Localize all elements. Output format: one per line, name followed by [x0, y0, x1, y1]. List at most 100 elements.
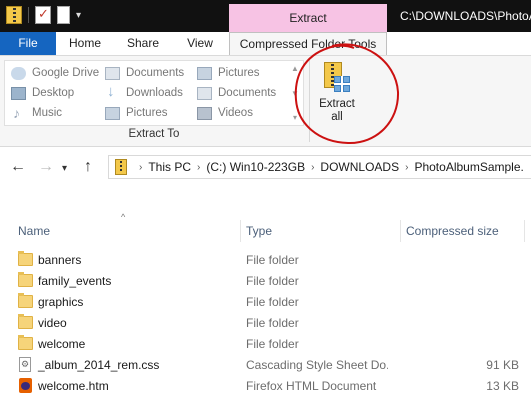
- extract-to-documents[interactable]: Documents: [105, 63, 184, 83]
- pictures-icon: [197, 66, 212, 80]
- location-label: Pictures: [218, 67, 260, 79]
- forward-arrow-icon[interactable]: →: [38, 158, 54, 176]
- extract-all-label-line1: Extract: [319, 98, 355, 110]
- title-bar: ▾ Extract C:\DOWNLOADS\PhotoA: [0, 0, 531, 32]
- extract-to-pictures[interactable]: Pictures: [105, 103, 168, 123]
- column-divider[interactable]: [240, 220, 241, 242]
- file-type: File folder: [246, 337, 299, 351]
- location-label: Pictures: [126, 107, 168, 119]
- column-header-type[interactable]: Type: [246, 220, 272, 242]
- zip-folder-icon: [6, 6, 22, 24]
- file-type: File folder: [246, 274, 299, 288]
- properties-icon[interactable]: [35, 6, 51, 24]
- location-label: Downloads: [126, 87, 183, 99]
- column-divider[interactable]: [524, 220, 525, 242]
- new-folder-icon[interactable]: [57, 6, 70, 24]
- extract-to-desktop[interactable]: Desktop: [11, 83, 74, 103]
- file-name: _album_2014_rem.css: [38, 358, 160, 372]
- list-item[interactable]: welcome.htm Firefox HTML Document 13 KB: [0, 376, 531, 397]
- qat-divider: [28, 7, 29, 23]
- documents-icon: [105, 66, 120, 80]
- file-name: welcome: [38, 337, 86, 351]
- location-label: Desktop: [32, 87, 75, 99]
- file-type: Firefox HTML Document: [246, 379, 377, 393]
- column-divider[interactable]: [400, 220, 401, 242]
- tab-file[interactable]: File: [0, 32, 56, 55]
- videos-icon: [197, 106, 212, 120]
- context-tab-extract: Extract: [229, 4, 387, 32]
- column-header-name[interactable]: Name: [18, 220, 50, 242]
- scroll-up-icon[interactable]: ▲: [291, 64, 299, 73]
- list-item[interactable]: family_events File folder: [0, 271, 531, 292]
- extract-to-downloads[interactable]: Downloads: [105, 82, 183, 103]
- qat-dropdown-icon[interactable]: ▾: [76, 10, 81, 21]
- tab-home[interactable]: Home: [56, 32, 114, 55]
- file-name: welcome.htm: [38, 379, 109, 393]
- folder-icon: [18, 314, 33, 329]
- tab-view[interactable]: View: [172, 32, 228, 55]
- firefox-html-icon: [19, 378, 32, 393]
- window-title: C:\DOWNLOADS\PhotoA: [400, 9, 531, 23]
- file-name: graphics: [38, 295, 84, 309]
- file-name: banners: [38, 253, 82, 267]
- file-size: 13 KB: [486, 379, 519, 393]
- up-arrow-icon[interactable]: ↑: [84, 158, 92, 176]
- gallery-scroll[interactable]: ▲ ▼ ▾: [288, 60, 302, 126]
- location-label: Music: [32, 107, 63, 119]
- chevron-right-icon[interactable]: ›: [405, 162, 408, 173]
- tab-share[interactable]: Share: [114, 32, 172, 55]
- zip-folder-icon: [115, 159, 127, 175]
- ribbon: Google Drive Desktop Music Documents Dow…: [0, 55, 531, 147]
- extract-to-gallery: Google Drive Desktop Music Documents Dow…: [4, 60, 304, 126]
- navigation-bar: ← → ▾ ↑ › This PC › (C:) Win10-223GB › D…: [0, 150, 531, 184]
- extract-to-google-drive[interactable]: Google Drive: [11, 63, 99, 83]
- file-name: video: [38, 316, 67, 330]
- breadcrumb-downloads[interactable]: DOWNLOADS: [320, 160, 399, 174]
- file-type: Cascading Style Sheet Do...: [246, 358, 388, 372]
- list-item[interactable]: graphics File folder: [0, 292, 531, 313]
- group-label-extract-to: Extract To: [128, 128, 180, 140]
- location-label: Documents: [218, 87, 277, 99]
- file-type: File folder: [246, 253, 299, 267]
- folder-icon: [18, 335, 33, 350]
- documents-icon: [197, 86, 212, 100]
- location-label: Google Drive: [32, 67, 100, 79]
- scroll-down-icon[interactable]: ▼: [291, 89, 299, 98]
- chevron-right-icon[interactable]: ›: [139, 162, 142, 173]
- breadcrumb-this-pc[interactable]: This PC: [148, 160, 191, 174]
- chevron-right-icon[interactable]: ›: [311, 162, 314, 173]
- folder-icon: [18, 272, 33, 287]
- file-type: File folder: [246, 316, 299, 330]
- ribbon-tabs: File Home Share View Compressed Folder T…: [0, 32, 531, 56]
- extract-all-button[interactable]: Extract all: [314, 62, 360, 126]
- music-icon: [11, 103, 26, 123]
- file-name: family_events: [38, 274, 112, 288]
- column-header-compressed-size[interactable]: Compressed size: [406, 220, 499, 242]
- recent-locations-icon[interactable]: ▾: [62, 160, 67, 178]
- file-size: 91 KB: [486, 358, 519, 372]
- breadcrumb-drive[interactable]: (C:) Win10-223GB: [206, 160, 305, 174]
- css-file-icon: [19, 357, 31, 372]
- location-label: Videos: [218, 107, 253, 119]
- list-item[interactable]: banners File folder: [0, 250, 531, 271]
- downloads-icon: [105, 82, 120, 102]
- breadcrumb-archive[interactable]: PhotoAlbumSample.: [414, 160, 523, 174]
- folder-icon: [18, 251, 33, 266]
- group-divider: [309, 60, 310, 142]
- back-arrow-icon[interactable]: ←: [10, 158, 26, 176]
- extract-to-videos[interactable]: Videos: [197, 103, 253, 123]
- list-item[interactable]: video File folder: [0, 313, 531, 334]
- column-headers: Name Type Compressed size: [0, 220, 531, 242]
- cloud-icon: [11, 66, 26, 80]
- extract-to-documents-2[interactable]: Documents: [197, 83, 276, 103]
- extract-to-music[interactable]: Music: [11, 103, 62, 123]
- chevron-right-icon[interactable]: ›: [197, 162, 200, 173]
- list-item[interactable]: welcome File folder: [0, 334, 531, 355]
- tab-compressed-folder-tools[interactable]: Compressed Folder Tools: [229, 32, 387, 56]
- extract-all-icon: [324, 62, 350, 94]
- gallery-expand-icon[interactable]: ▾: [293, 113, 297, 122]
- extract-to-pictures-2[interactable]: Pictures: [197, 63, 260, 83]
- list-item[interactable]: _album_2014_rem.css Cascading Style Shee…: [0, 355, 531, 376]
- extract-all-label-line2: all: [331, 111, 343, 123]
- address-bar[interactable]: › This PC › (C:) Win10-223GB › DOWNLOADS…: [108, 155, 531, 179]
